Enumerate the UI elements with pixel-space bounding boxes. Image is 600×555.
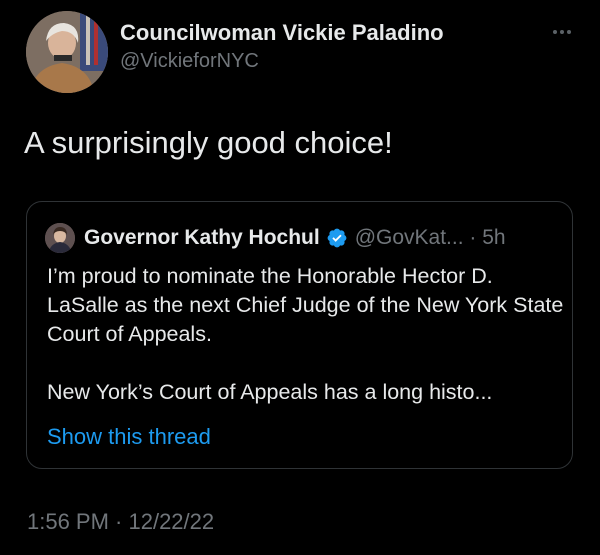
author-avatar[interactable] bbox=[26, 11, 108, 93]
show-thread-link[interactable]: Show this thread bbox=[47, 424, 211, 450]
tweet-text: A surprisingly good choice! bbox=[24, 125, 393, 160]
quoted-tweet-body: I’m proud to nominate the Honorable Hect… bbox=[47, 262, 567, 407]
author-handle[interactable]: @VickieforNYC bbox=[120, 48, 444, 74]
quoted-paragraph-1: I’m proud to nominate the Honorable Hect… bbox=[47, 264, 564, 346]
quoted-display-name: Governor Kathy Hochul bbox=[84, 226, 320, 249]
tweet-card: Councilwoman Vickie Paladino @VickieforN… bbox=[0, 0, 600, 555]
author-names: Councilwoman Vickie Paladino @VickieforN… bbox=[120, 20, 444, 74]
quoted-tweet-header: Governor Kathy Hochul @GovKat... · 5h bbox=[45, 222, 506, 254]
author-display-name[interactable]: Councilwoman Vickie Paladino bbox=[120, 20, 444, 46]
quoted-handle-time: @GovKat... · 5h bbox=[354, 226, 506, 249]
quoted-paragraph-2: New York’s Court of Appeals has a long h… bbox=[47, 380, 493, 404]
quoted-author-avatar bbox=[45, 223, 75, 253]
author-avatar-photo-icon bbox=[26, 11, 108, 93]
verified-badge-icon bbox=[327, 228, 347, 248]
more-options-icon[interactable] bbox=[552, 22, 572, 40]
quoted-avatar-photo-icon bbox=[45, 223, 75, 253]
tweet-timestamp[interactable]: 1:56 PM · 12/22/22 bbox=[27, 509, 214, 535]
quoted-tweet[interactable]: Governor Kathy Hochul @GovKat... · 5h I’… bbox=[26, 201, 573, 469]
tweet-header: Councilwoman Vickie Paladino @VickieforN… bbox=[24, 8, 576, 93]
